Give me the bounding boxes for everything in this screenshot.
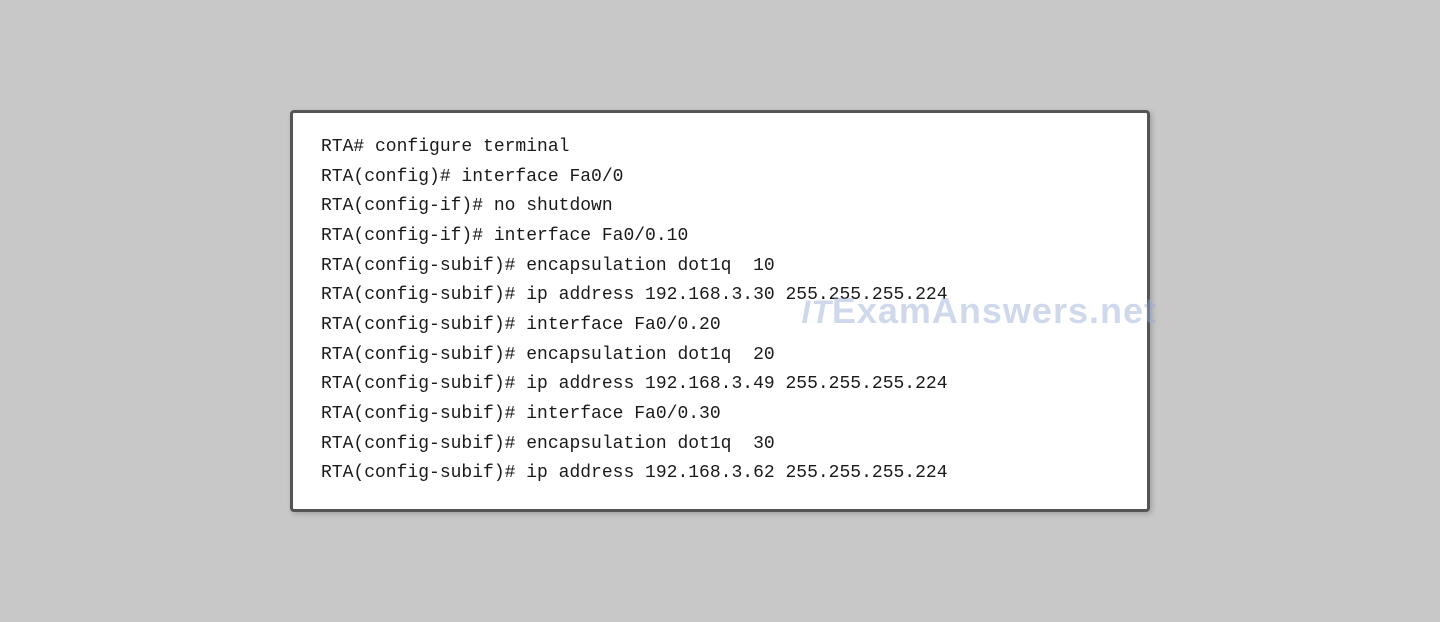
terminal-window: RTA# configure terminal RTA(config)# int… bbox=[290, 110, 1150, 512]
terminal-content: RTA# configure terminal RTA(config)# int… bbox=[321, 133, 1119, 489]
